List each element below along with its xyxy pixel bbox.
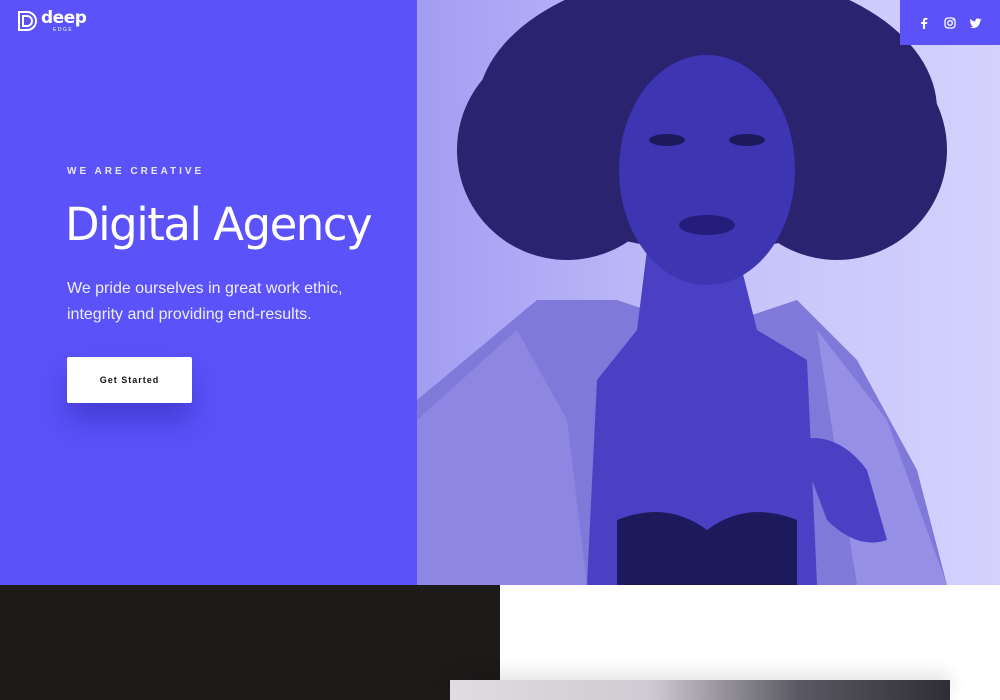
hero-description: We pride ourselves in great work ethic, … — [67, 280, 343, 323]
hero-title: Digital Agency — [65, 198, 373, 251]
social-links — [900, 0, 1000, 45]
get-started-button[interactable]: Get Started — [67, 357, 192, 403]
d-monogram-icon — [18, 11, 37, 31]
hero-portrait-image — [417, 0, 1000, 585]
portrait-illustration — [417, 0, 947, 585]
dark-section — [0, 585, 500, 700]
instagram-icon[interactable] — [944, 16, 956, 29]
facebook-icon[interactable] — [918, 17, 930, 29]
hero-panel: deep EDGE WE ARE CREATIVE Digital Agency… — [0, 0, 417, 585]
hero-eyebrow: WE ARE CREATIVE — [67, 166, 205, 177]
project-preview-image[interactable] — [450, 680, 950, 700]
logo-subtitle: EDGE — [53, 27, 74, 33]
twitter-icon[interactable] — [970, 17, 982, 29]
logo-wordmark: deep — [41, 8, 87, 28]
logo[interactable]: deep EDGE — [17, 8, 87, 33]
